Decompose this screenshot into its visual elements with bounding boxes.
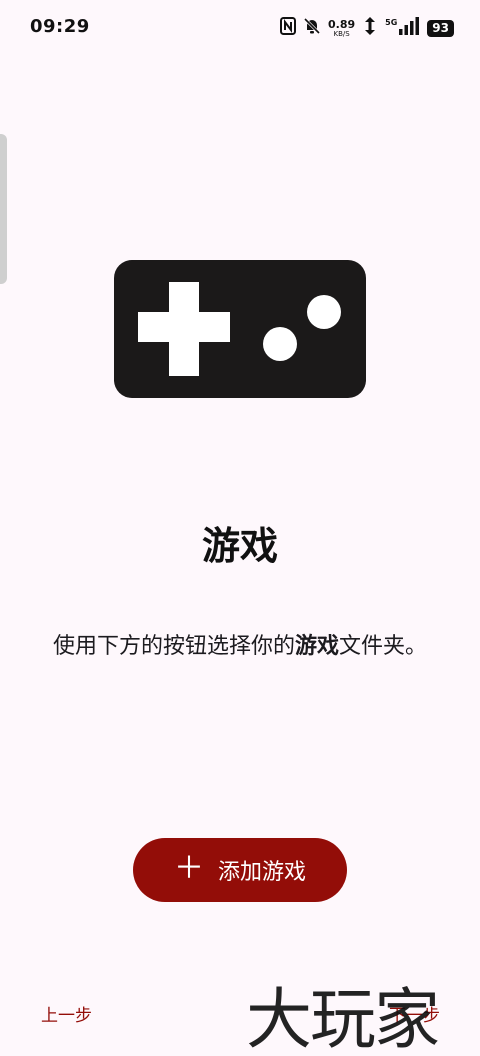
- setup-screen: 09:29 0.89 KB/S 5G 93 游戏 使用下方的按钮选择你的游戏文件…: [0, 0, 480, 1056]
- battery-indicator: 93: [427, 19, 454, 37]
- description-part: 使用下方的按钮选择你的: [52, 634, 295, 659]
- previous-step-button[interactable]: 上一步: [41, 1001, 92, 1026]
- nfc-icon: [280, 17, 297, 39]
- page-title: 游戏: [201, 524, 278, 568]
- description-bold: 游戏: [294, 634, 339, 659]
- watermark: 大玩家: [246, 981, 440, 1056]
- net-speed-value: 0.89: [328, 17, 356, 31]
- description-part: 文件夹。: [339, 634, 428, 659]
- plus-icon: ＋: [173, 850, 204, 886]
- signal-type-label: 5G: [385, 17, 398, 27]
- status-time: 09:29: [30, 16, 90, 37]
- side-panel-handle[interactable]: [0, 134, 7, 284]
- net-speed-unit: KB/S: [333, 29, 350, 38]
- description-text: 使用下方的按钮选择你的游戏文件夹。: [30, 628, 450, 666]
- wifi-icon: [363, 17, 377, 39]
- add-game-button[interactable]: ＋ 添加游戏: [133, 838, 347, 902]
- net-speed: 0.89 KB/S: [328, 19, 355, 38]
- gamepad-icon: [114, 260, 366, 402]
- bell-muted-icon: [303, 17, 321, 39]
- status-bar: 09:29 0.89 KB/S 5G 93: [0, 0, 480, 56]
- status-icons: 0.89 KB/S 5G 93: [280, 16, 454, 40]
- add-game-button-label: 添加游戏: [217, 860, 306, 885]
- signal-icon: [399, 17, 420, 39]
